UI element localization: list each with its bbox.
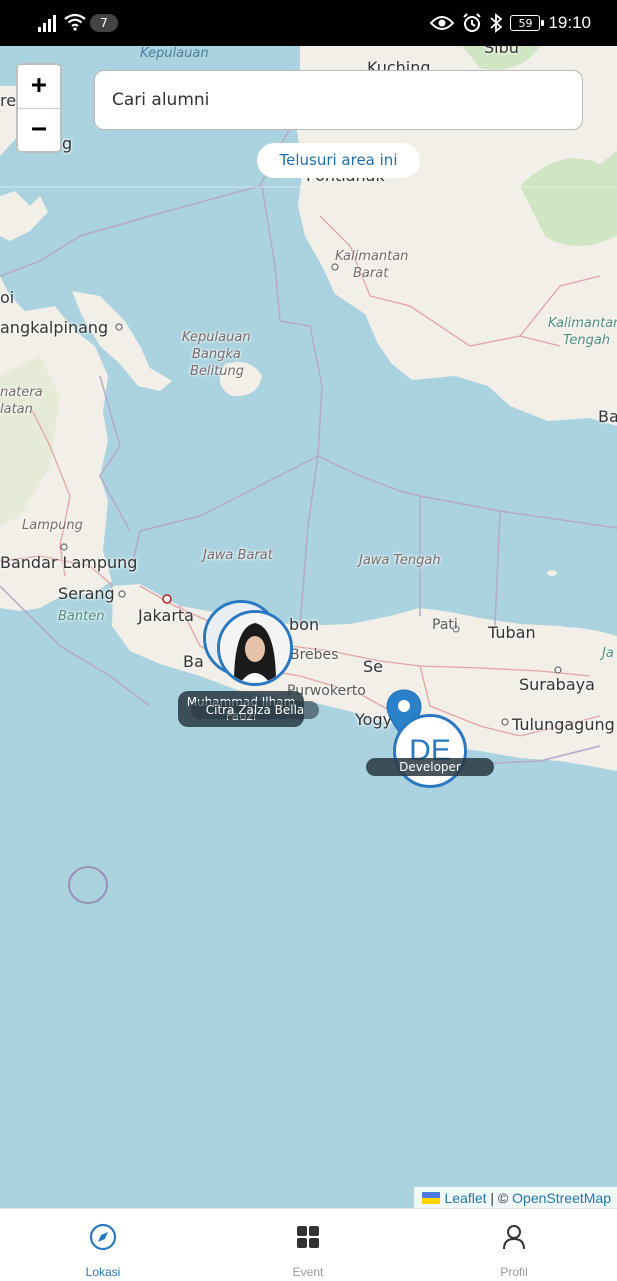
map-label-babel-3: Belitung [190, 364, 244, 379]
eye-icon [430, 16, 455, 30]
notification-count-badge: 7 [90, 14, 118, 32]
leaflet-link[interactable]: Leaflet [444, 1190, 486, 1206]
ukraine-flag-icon [422, 1192, 441, 1204]
grid-icon [297, 1226, 319, 1248]
map-label-kalbar-2: Barat [353, 266, 389, 281]
alumni-marker-citra-zalza-bella[interactable] [217, 610, 293, 686]
zoom-control: + − [16, 63, 62, 153]
map-label-lampung: Lampung [22, 518, 83, 533]
zoom-out-button[interactable]: − [18, 109, 60, 152]
attribution-separator: | © [490, 1190, 509, 1206]
status-bar: 7 59 19:10 [0, 0, 617, 46]
nav-item-lokasi[interactable]: Lokasi [43, 1209, 163, 1281]
signal-icon [38, 15, 56, 32]
map-label-sumsel-1: natera [0, 385, 43, 400]
map-label-semarang: Se [363, 657, 383, 676]
nav-label-event: Event [292, 1265, 324, 1279]
clock: 19:10 [548, 13, 591, 32]
map-label-jawa-tengah: Jawa Tengah [359, 553, 441, 568]
map-label-re-left: re [0, 91, 17, 110]
map-view[interactable]: Kepulauan Kuching Sibu Pontianak Kaliman… [0, 46, 617, 1208]
alarm-icon [463, 13, 482, 32]
battery-icon: 59 [510, 15, 545, 31]
map-label-tulungagung: Tulungagung [512, 715, 615, 734]
nav-item-event[interactable]: Event [248, 1209, 368, 1281]
map-label-pati: Pati [432, 617, 458, 633]
bluetooth-icon [490, 13, 503, 33]
map-attribution: Leaflet | © OpenStreetMap [414, 1187, 617, 1209]
openstreetmap-link[interactable]: OpenStreetMap [512, 1190, 611, 1206]
map-label-kalteng-2: Tengah [563, 333, 611, 348]
map-label-jawa-barat: Jawa Barat [203, 548, 273, 563]
search-box [94, 70, 583, 130]
map-label-pangkalpinang: angkalpinang [0, 318, 109, 337]
map-label-oi-left: oi [0, 288, 15, 307]
map-label-ba-right: Ba [598, 407, 617, 426]
map-label-sibu: Sibu [484, 46, 519, 57]
nav-label-lokasi: Lokasi [85, 1265, 121, 1279]
map-label-babel-1: Kepulauan [182, 330, 251, 345]
map-label-kalteng-1: Kalimantan [548, 316, 617, 331]
map-label-sumsel-2: latan [0, 402, 33, 417]
avatar-image [220, 613, 290, 683]
map-label-babel-2: Bangka [192, 347, 241, 362]
map-label-banten: Banten [58, 609, 105, 624]
alumni-label-citra-zalza-bella: Citra Zalza Bella [191, 701, 319, 719]
map-label-bandung: Ba [183, 652, 204, 671]
map-label-cirebon: bon [289, 615, 320, 634]
map-label-kepulauan-top: Kepulauan [140, 46, 209, 61]
map-label-bandar-lampung: Bandar Lampung [0, 553, 138, 572]
wifi-icon [64, 13, 86, 31]
map-label-brebes: Brebes [290, 647, 339, 663]
person-icon [503, 1225, 525, 1250]
bottom-navigation: Lokasi Event Profil [0, 1208, 617, 1281]
map-label-jakarta: Jakarta [138, 606, 194, 625]
map-label-tuban: Tuban [488, 623, 536, 642]
map-label-surabaya: Surabaya [519, 675, 595, 694]
map-label-serang: Serang [58, 584, 115, 603]
zoom-in-button[interactable]: + [18, 65, 60, 109]
map-label-kalbar-1: Kalimantan [335, 249, 409, 264]
nav-label-profil: Profil [500, 1265, 528, 1279]
developer-marker[interactable]: DE [393, 714, 467, 788]
nav-item-profil[interactable]: Profil [454, 1209, 574, 1281]
explore-area-button[interactable]: Telusuri area ini [257, 143, 420, 178]
developer-label: Developer [366, 758, 494, 776]
map-label-g-left: g [62, 134, 73, 153]
map-label-jawa-timur: Ja [602, 646, 614, 661]
compass-icon [89, 1223, 117, 1251]
search-input[interactable] [110, 89, 554, 111]
